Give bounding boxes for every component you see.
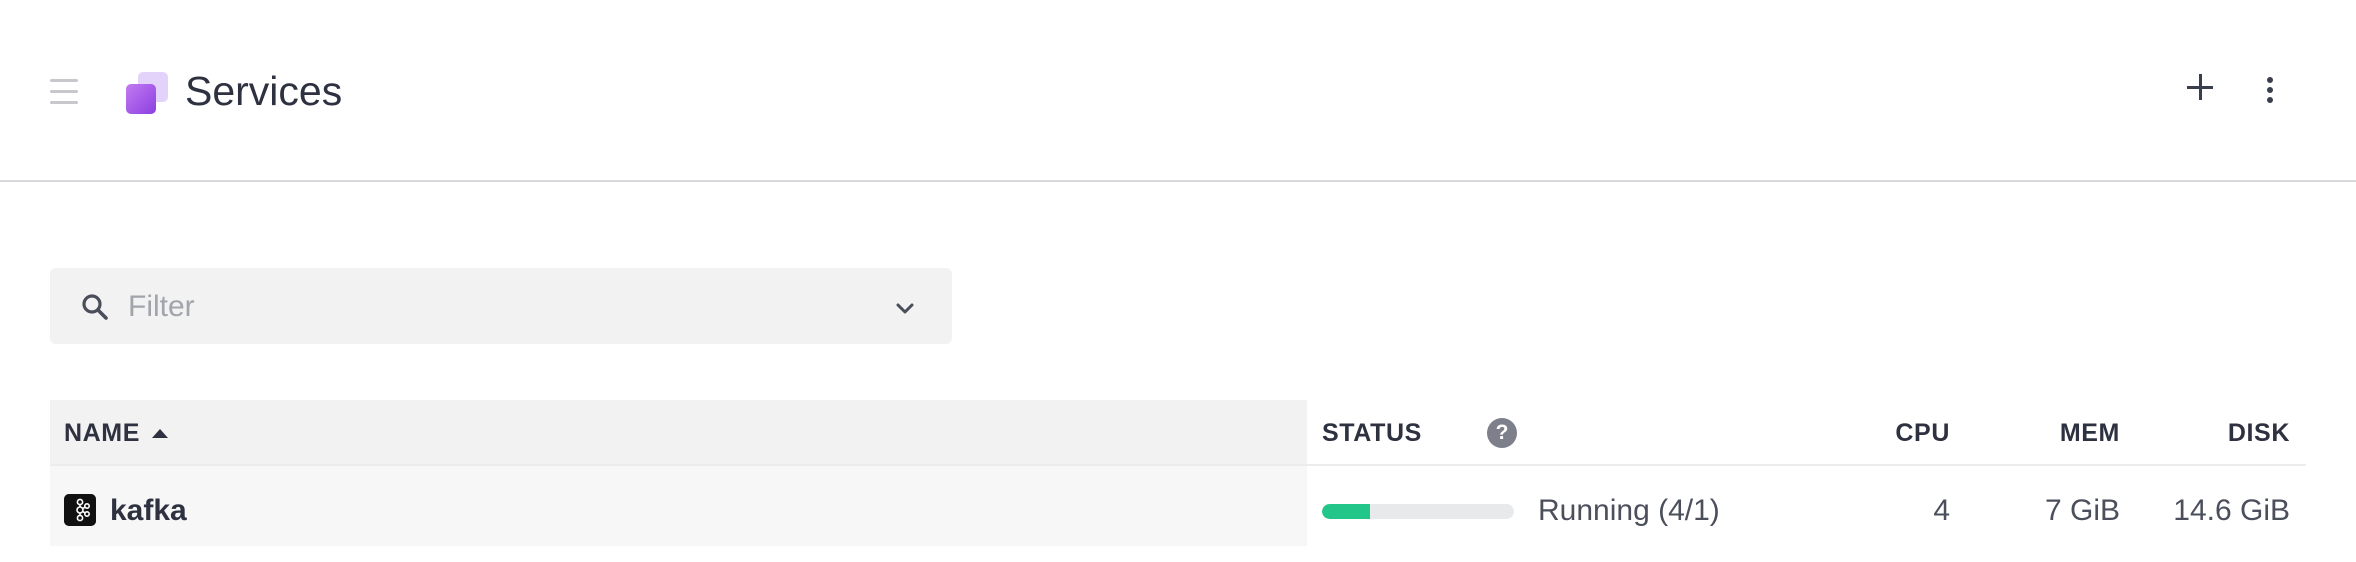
column-header-status[interactable]: STATUS xyxy=(1322,418,1422,448)
status-progress-bar xyxy=(1322,504,1514,519)
column-header-name[interactable]: NAME xyxy=(64,418,140,448)
disk-value: 14.6 GiB xyxy=(2173,494,2290,527)
add-service-button[interactable] xyxy=(2180,68,2220,108)
status-text: Running (4/1) xyxy=(1538,494,1720,527)
table-row[interactable]: kafka Running (4/1) 4 7 GiB 14.6 GiB xyxy=(50,466,2306,546)
column-header-disk[interactable]: DISK xyxy=(2228,418,2290,448)
services-stack-icon xyxy=(126,72,170,116)
name-cell-highlight xyxy=(50,466,1307,546)
column-header-cpu[interactable]: CPU xyxy=(1895,418,1950,448)
more-options-button[interactable] xyxy=(2250,72,2290,112)
page-title: Services xyxy=(185,68,343,114)
status-progress-fill xyxy=(1322,504,1370,519)
hamburger-menu-icon[interactable] xyxy=(50,76,82,108)
search-icon xyxy=(82,294,108,320)
page-header: Services xyxy=(0,0,2356,182)
mem-value: 7 GiB xyxy=(2044,494,2120,527)
table-header: NAME STATUS ? CPU MEM DISK xyxy=(50,400,2306,466)
help-icon[interactable]: ? xyxy=(1487,418,1517,448)
kafka-logo-icon xyxy=(64,494,96,526)
filter-input[interactable] xyxy=(126,282,830,332)
filter-bar[interactable] xyxy=(50,268,952,344)
service-name-link[interactable]: kafka xyxy=(110,493,187,529)
name-column-highlight xyxy=(50,400,1307,464)
sort-up-icon[interactable] xyxy=(152,429,168,438)
column-header-mem[interactable]: MEM xyxy=(2060,418,2120,448)
cpu-value: 4 xyxy=(1933,494,1950,527)
chevron-down-icon[interactable] xyxy=(890,294,920,324)
